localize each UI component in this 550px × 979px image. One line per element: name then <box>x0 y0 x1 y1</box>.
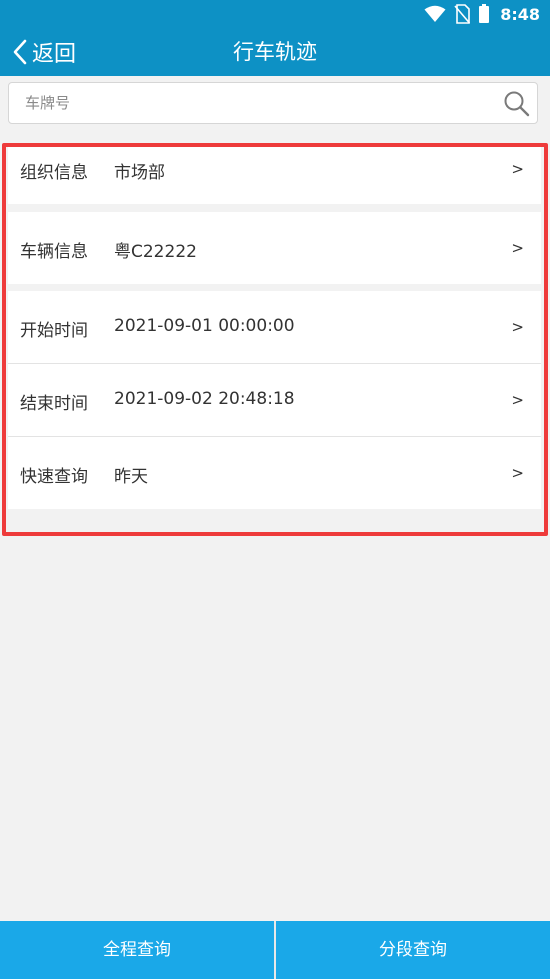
org-info-value: 市场部 <box>114 163 165 183</box>
status-icons: 8:48 <box>424 3 540 25</box>
back-button[interactable]: 返回 <box>12 28 76 76</box>
page-title: 行车轨迹 <box>233 40 317 64</box>
end-time-row[interactable]: 结束时间 2021-09-02 20:48:18 > <box>8 364 541 436</box>
chevron-right-icon: > <box>511 318 524 336</box>
nav-bar: 返回 行车轨迹 <box>0 28 550 76</box>
start-time-value: 2021-09-01 00:00:00 <box>114 316 295 336</box>
org-info-label: 组织信息 <box>20 163 88 183</box>
quick-query-row[interactable]: 快速查询 昨天 > <box>8 437 541 509</box>
chevron-right-icon: > <box>511 391 524 409</box>
bottom-action-bar: 全程查询 分段查询 <box>0 921 550 979</box>
chevron-right-icon: > <box>511 160 524 178</box>
status-bar: 8:48 <box>0 0 550 28</box>
chevron-left-icon <box>13 39 27 65</box>
search-box <box>8 82 538 124</box>
plate-number-search-input[interactable] <box>19 83 501 123</box>
end-time-value: 2021-09-02 20:48:18 <box>114 389 295 409</box>
status-time: 8:48 <box>500 4 540 24</box>
vehicle-info-label: 车辆信息 <box>20 242 88 262</box>
segment-query-button[interactable]: 分段查询 <box>276 921 550 979</box>
full-query-button[interactable]: 全程查询 <box>0 921 274 979</box>
chevron-right-icon: > <box>511 239 524 257</box>
search-icon[interactable] <box>503 90 531 118</box>
end-time-label: 结束时间 <box>20 394 88 414</box>
chevron-right-icon: > <box>511 464 524 482</box>
org-info-row[interactable]: 组织信息 市场部 > <box>8 147 541 204</box>
no-sim-icon <box>454 4 471 24</box>
search-area <box>0 76 550 132</box>
quick-query-label: 快速查询 <box>20 467 88 487</box>
vehicle-info-value: 粤C22222 <box>114 242 197 262</box>
quick-query-value: 昨天 <box>114 467 148 487</box>
start-time-label: 开始时间 <box>20 321 88 341</box>
battery-icon <box>479 4 490 23</box>
start-time-row[interactable]: 开始时间 2021-09-01 00:00:00 > <box>8 291 541 363</box>
back-label: 返回 <box>32 42 77 67</box>
vehicle-info-row[interactable]: 车辆信息 粤C22222 > <box>8 212 541 284</box>
wifi-icon <box>424 5 446 22</box>
